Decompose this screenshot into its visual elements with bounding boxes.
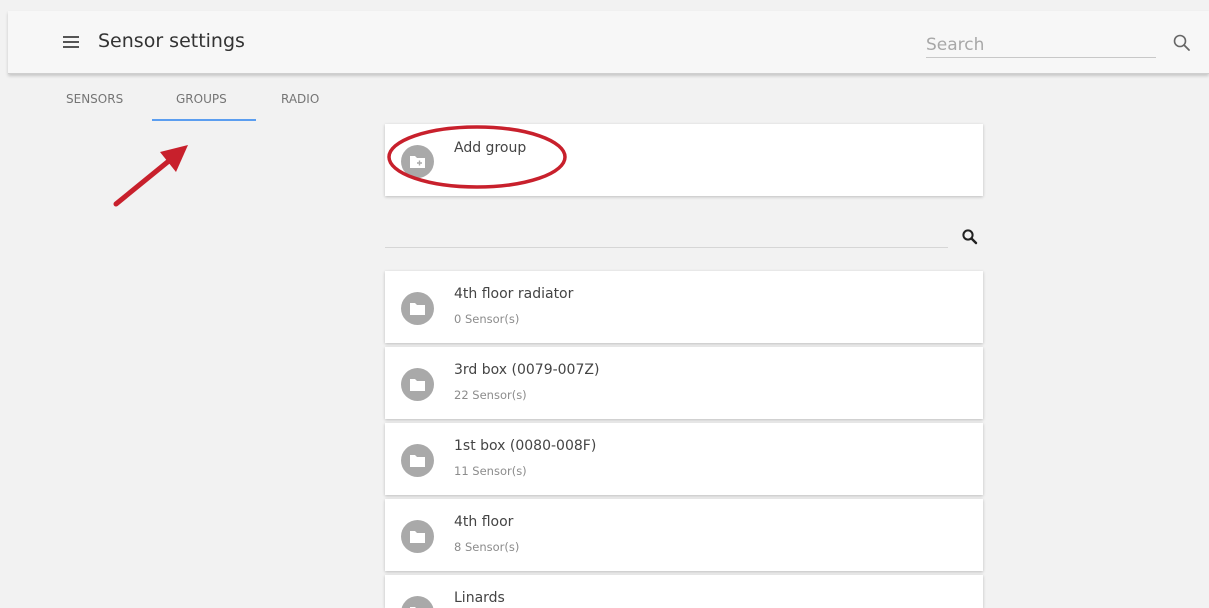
group-sensor-count: 0 Sensor(s) <box>454 312 520 326</box>
folder-icon <box>401 292 434 325</box>
active-tab-indicator <box>152 119 256 121</box>
group-card[interactable]: 4th floor radiator 0 Sensor(s) <box>385 271 983 343</box>
search-icon[interactable] <box>1172 33 1192 53</box>
folder-icon <box>401 368 434 401</box>
group-card[interactable]: 4th floor 8 Sensor(s) <box>385 499 983 571</box>
folder-icon <box>401 520 434 553</box>
app-bar: Sensor settings <box>8 11 1209 74</box>
group-card[interactable]: 1st box (0080-008F) 11 Sensor(s) <box>385 423 983 495</box>
folder-icon <box>401 596 434 608</box>
group-name: 3rd box (0079-007Z) <box>454 362 600 378</box>
tab-radio[interactable]: RADIO <box>281 92 319 106</box>
group-name: 4th floor <box>454 514 514 530</box>
group-name: 1st box (0080-008F) <box>454 438 597 454</box>
tab-sensors[interactable]: SENSORS <box>66 92 123 106</box>
group-card[interactable]: 3rd box (0079-007Z) 22 Sensor(s) <box>385 347 983 419</box>
group-sensor-count: 22 Sensor(s) <box>454 388 527 402</box>
group-card[interactable]: Linards <box>385 575 983 608</box>
search-icon[interactable] <box>961 228 979 246</box>
search-input[interactable] <box>926 32 1156 58</box>
annotation-ellipse <box>387 125 567 189</box>
group-sensor-count: 11 Sensor(s) <box>454 464 527 478</box>
annotation-arrow <box>113 145 188 207</box>
filter-underline <box>385 247 948 248</box>
folder-icon <box>401 444 434 477</box>
group-filter-input[interactable] <box>385 226 948 246</box>
tab-groups[interactable]: GROUPS <box>176 92 227 106</box>
group-name: Linards <box>454 590 505 606</box>
group-name: 4th floor radiator <box>454 286 574 302</box>
group-sensor-count: 8 Sensor(s) <box>454 540 520 554</box>
menu-icon[interactable] <box>63 36 79 48</box>
page-title: Sensor settings <box>98 30 245 52</box>
